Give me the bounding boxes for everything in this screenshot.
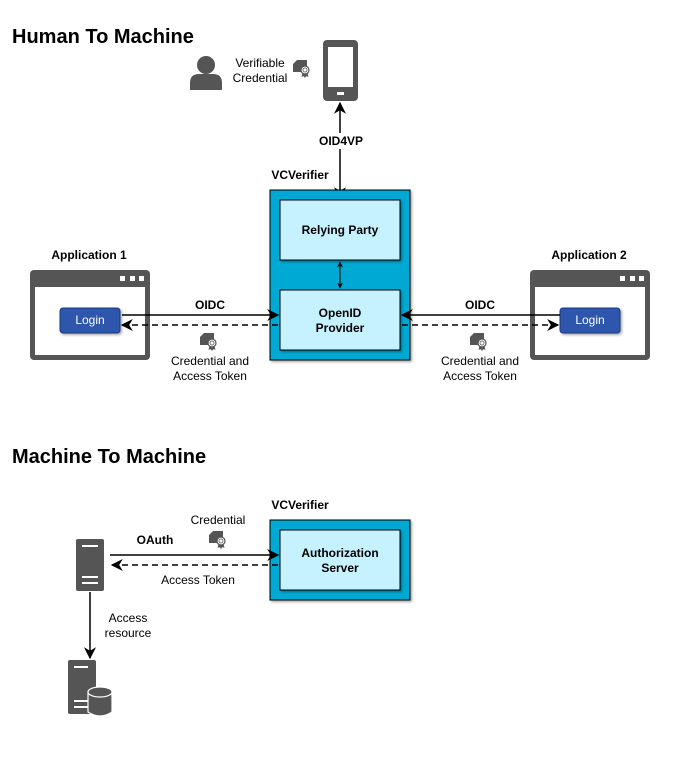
app1-credential-icon bbox=[199, 332, 217, 352]
application-2-login-label: Login bbox=[575, 313, 604, 327]
phone-icon bbox=[323, 40, 358, 101]
credential-icon bbox=[292, 59, 310, 79]
section-title-human-to-machine: Human To Machine bbox=[12, 26, 194, 48]
oauth-label: OAuth bbox=[137, 533, 174, 547]
vc-label-line1: Verifiable bbox=[235, 56, 285, 70]
relying-party-label: Relying Party bbox=[302, 223, 379, 237]
access-resource-line2: resource bbox=[105, 626, 152, 640]
application-1-title: Application 1 bbox=[51, 248, 127, 262]
authorization-server-line2: Server bbox=[321, 561, 359, 575]
app1-oidc-label: OIDC bbox=[195, 298, 225, 312]
app1-return-line2: Access Token bbox=[173, 369, 247, 383]
authorization-server-box bbox=[279, 529, 401, 591]
app2-return-line1: Credential and bbox=[441, 354, 519, 368]
access-token-label: Access Token bbox=[161, 573, 235, 587]
app2-credential-icon bbox=[469, 332, 487, 352]
app2-oidc-label: OIDC bbox=[465, 298, 495, 312]
database-server-icon bbox=[68, 660, 113, 717]
authorization-server-line1: Authorization bbox=[301, 546, 378, 560]
openid-provider-box bbox=[279, 289, 401, 351]
diagram-canvas: Human To Machine Machine To Machine Veri… bbox=[12, 26, 650, 717]
m2m-credential-icon bbox=[208, 530, 226, 550]
section-title-machine-to-machine: Machine To Machine bbox=[12, 446, 206, 468]
application-2-title: Application 2 bbox=[551, 248, 627, 262]
oid4vp-label: OID4VP bbox=[319, 134, 363, 148]
user-icon bbox=[190, 56, 222, 90]
openid-provider-line1: OpenID bbox=[319, 306, 362, 320]
m2m-credential-label: Credential bbox=[191, 513, 246, 527]
vc-label-line2: Credential bbox=[233, 71, 288, 85]
m2m-vcverifier-label: VCVerifier bbox=[271, 498, 329, 512]
app1-return-line1: Credential and bbox=[171, 354, 249, 368]
openid-provider-line2: Provider bbox=[316, 321, 365, 335]
vcverifier-label: VCVerifier bbox=[271, 168, 329, 182]
application-1-login-label: Login bbox=[75, 313, 104, 327]
app2-return-line2: Access Token bbox=[443, 369, 517, 383]
server-icon bbox=[76, 539, 104, 591]
access-resource-line1: Access bbox=[109, 611, 148, 625]
